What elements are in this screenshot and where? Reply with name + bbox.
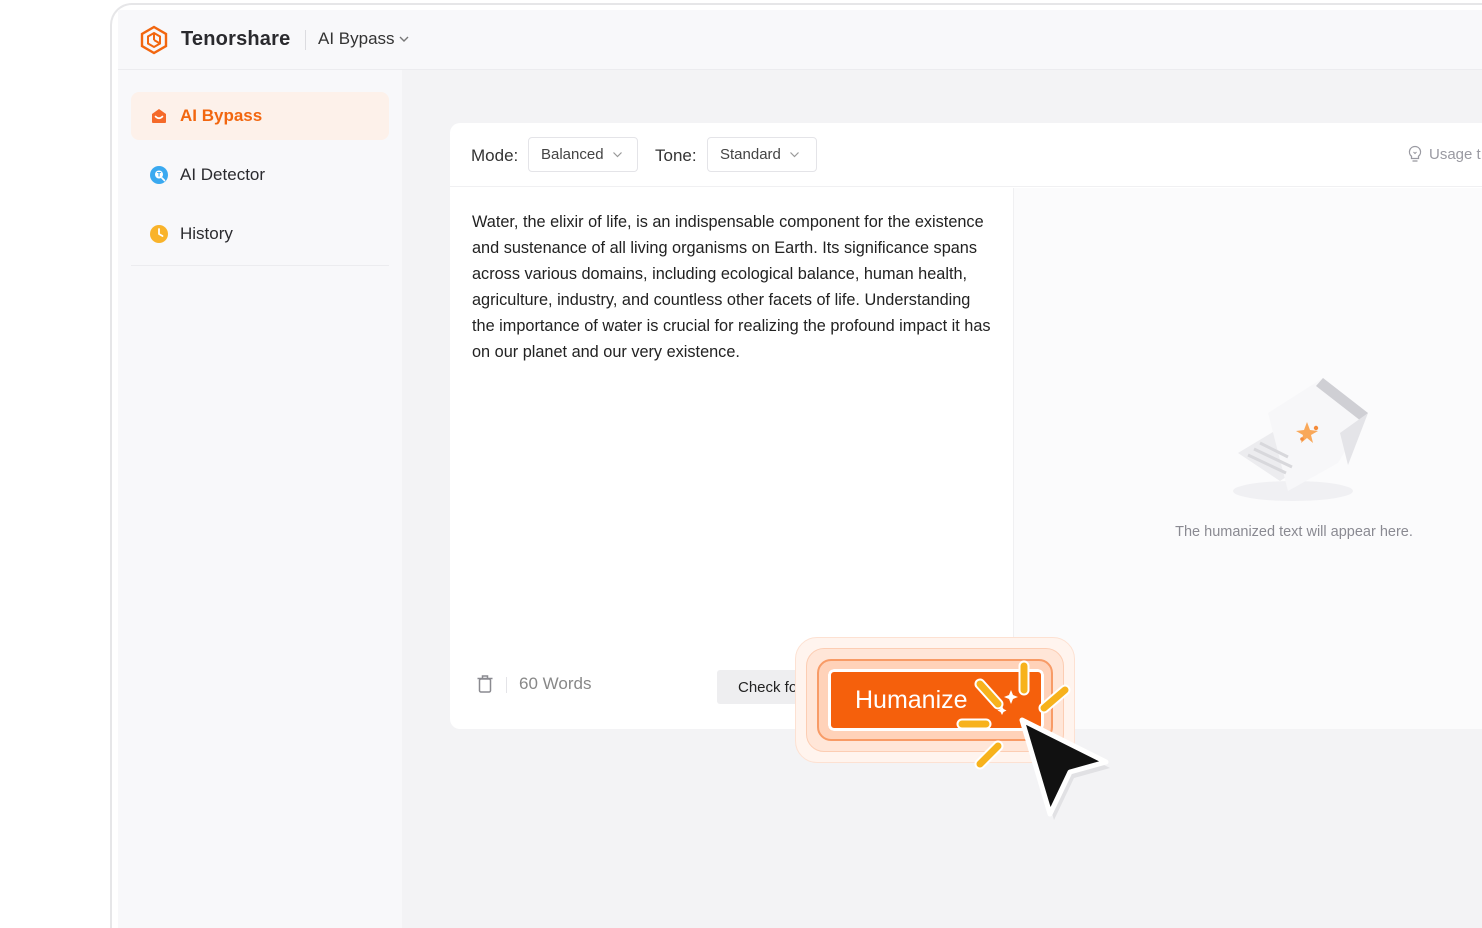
chevron-down-icon bbox=[789, 152, 799, 158]
clock-icon bbox=[150, 225, 168, 243]
mode-select[interactable]: Balanced bbox=[528, 137, 638, 172]
word-count: 60 Words bbox=[519, 674, 592, 693]
bypass-icon bbox=[152, 109, 166, 123]
sidebar-item-ai-bypass[interactable]: AI Bypass bbox=[131, 92, 389, 140]
tone-label: Tone: bbox=[655, 146, 697, 165]
product-switcher[interactable]: AI Bypass bbox=[318, 29, 410, 49]
top-bar: Tenorshare AI Bypass bbox=[118, 10, 1482, 70]
tone-select[interactable]: Standard bbox=[707, 137, 817, 172]
sidebar-item-label: AI Detector bbox=[180, 165, 266, 184]
chevron-down-icon bbox=[399, 36, 409, 42]
detector-icon: T bbox=[150, 166, 168, 184]
output-pane: The humanized text will appear here. bbox=[1014, 188, 1482, 729]
trash-icon[interactable] bbox=[475, 673, 495, 695]
document-illustration-icon bbox=[1233, 378, 1368, 501]
mode-select-value: Balanced bbox=[541, 146, 604, 163]
input-textarea[interactable]: Water, the elixir of life, is an indispe… bbox=[472, 209, 994, 365]
app-window: Tenorshare AI Bypass AI Bypass T AI Dete… bbox=[118, 10, 1482, 928]
options-toolbar: Mode: Balanced Tone: Standard Usage t bbox=[450, 123, 1482, 187]
sidebar: AI Bypass T AI Detector History bbox=[118, 70, 402, 928]
footer-separator bbox=[506, 677, 507, 693]
usage-tips-link[interactable]: Usage t bbox=[1407, 145, 1481, 163]
brand-name: Tenorshare bbox=[181, 28, 291, 50]
humanize-button[interactable]: Humanize bbox=[828, 669, 1044, 731]
brand-divider bbox=[305, 30, 306, 50]
tenorshare-logo-icon bbox=[140, 25, 168, 55]
tone-select-value: Standard bbox=[720, 146, 781, 163]
sidebar-item-label: AI Bypass bbox=[180, 106, 263, 125]
sidebar-item-ai-detector[interactable]: T AI Detector bbox=[131, 151, 389, 199]
lightbulb-icon bbox=[1408, 145, 1422, 162]
product-switcher-label: AI Bypass bbox=[318, 29, 395, 48]
sidebar-item-label: History bbox=[180, 224, 233, 243]
usage-tips-label: Usage t bbox=[1429, 145, 1481, 163]
sidebar-nav: AI Bypass T AI Detector History bbox=[131, 92, 389, 266]
chevron-down-icon bbox=[612, 152, 622, 158]
humanize-button-label: Humanize bbox=[855, 685, 968, 714]
output-placeholder-text: The humanized text will appear here. bbox=[1175, 524, 1413, 540]
sidebar-divider bbox=[131, 265, 389, 266]
mode-label: Mode: bbox=[471, 146, 519, 165]
sidebar-item-history[interactable]: History bbox=[131, 210, 389, 258]
